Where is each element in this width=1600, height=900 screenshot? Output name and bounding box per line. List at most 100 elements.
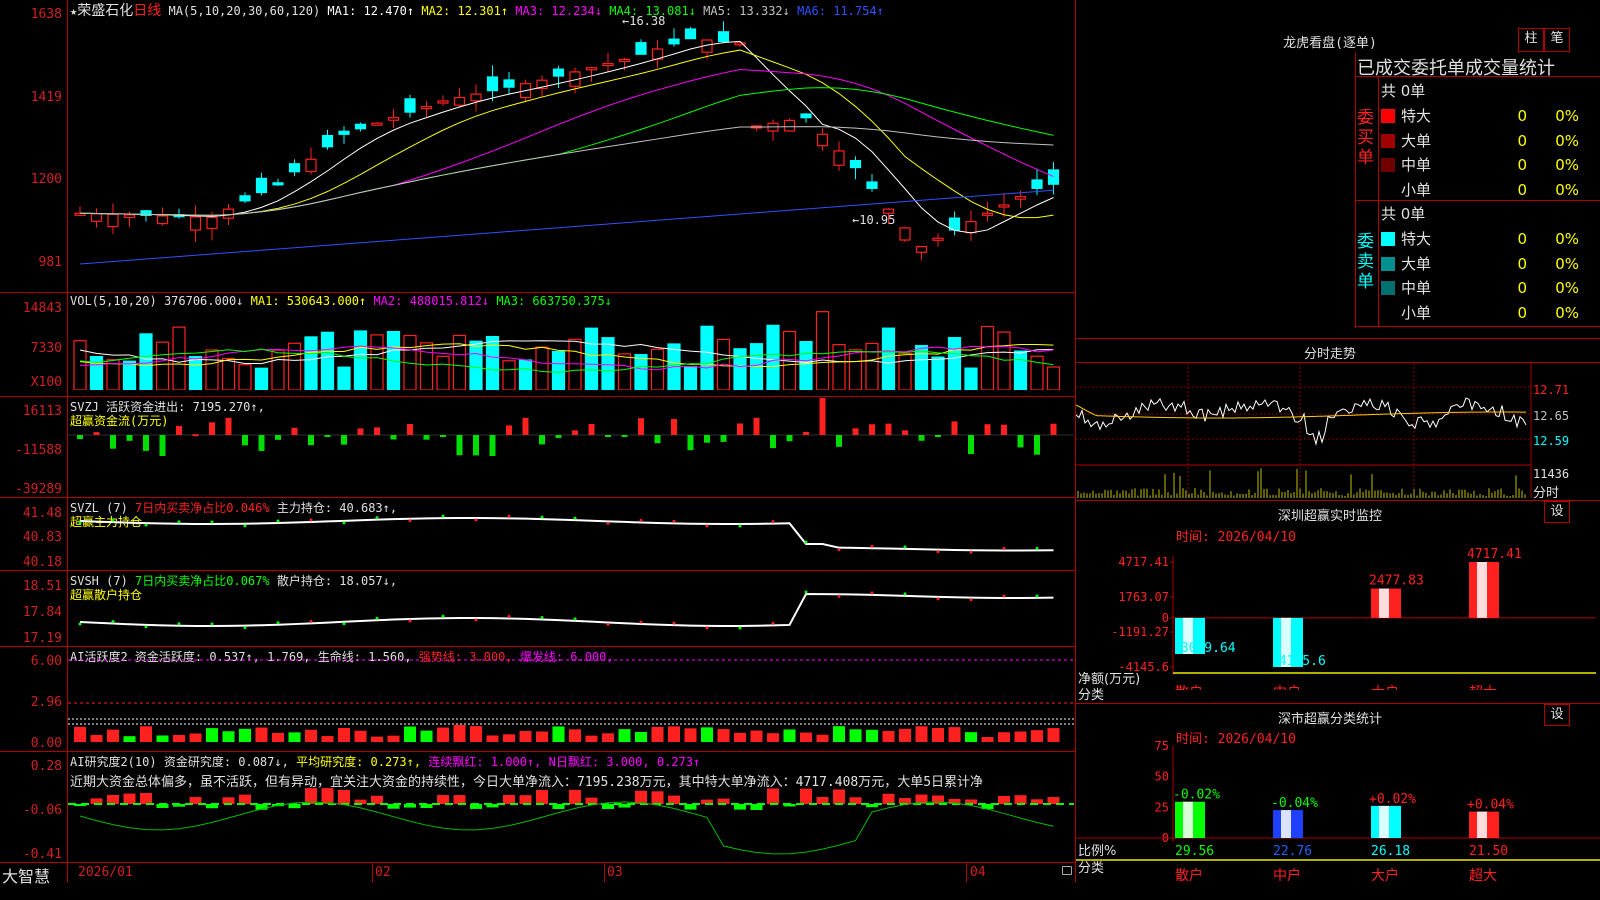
order-stat-row: 大单 0 0%: [1381, 253, 1579, 277]
candle-down: [800, 113, 812, 119]
flow-bar-out: [968, 435, 974, 455]
active-bar-green: [833, 726, 845, 742]
hold-dot: [837, 548, 841, 552]
ai-research-nday: N日飘红: 3.000, 0.273↑: [548, 755, 701, 769]
main-ytick-4: 981: [38, 255, 62, 270]
bar-highlight: [1379, 805, 1389, 838]
flow-bar-out: [720, 435, 727, 442]
flow-bar-out: [918, 435, 925, 441]
candle-down: [552, 68, 565, 77]
candle-down: [272, 182, 284, 186]
hold-dot: [144, 523, 148, 527]
volume-bar-down: [584, 327, 599, 390]
svsh-chart[interactable]: [68, 572, 1074, 645]
volume-chart[interactable]: [68, 308, 1074, 390]
sell-side-label: 委卖单: [1357, 232, 1374, 292]
bar-view-button[interactable]: 柱: [1518, 28, 1544, 52]
volume-bar-down: [188, 355, 203, 390]
hold-dot: [177, 520, 181, 524]
svzj-chart[interactable]: [68, 398, 1074, 496]
low-label: ←10.95: [852, 213, 896, 227]
bar-value-label: 29.56: [1175, 844, 1214, 859]
candle-down: [486, 76, 499, 92]
active-bar-red: [519, 730, 532, 742]
active-bar-green: [866, 729, 878, 742]
hold-dot: [540, 615, 544, 619]
ai-active-chart[interactable]: [68, 648, 1074, 750]
volume-bar-down: [254, 367, 269, 390]
active-bar-red: [585, 735, 598, 742]
hold-dot: [672, 519, 676, 523]
flow-bar-in: [984, 424, 991, 435]
tick-view-button[interactable]: 笔: [1544, 28, 1570, 52]
flow-bar-in: [638, 418, 644, 435]
active-bar-red: [602, 733, 614, 742]
hold-dot: [309, 619, 313, 623]
active-bar-red: [569, 729, 581, 742]
flow-bar-in: [291, 427, 298, 435]
sz-category-settings-button[interactable]: 设: [1544, 704, 1570, 726]
research-bar-red: [107, 794, 119, 804]
vol-header: VOL(5,10,20) 376706.000↓ MA1: 530643.000…: [70, 294, 612, 308]
order-percent: 0%: [1555, 303, 1579, 322]
active-bar-red: [536, 731, 548, 742]
svzl-chart[interactable]: [68, 499, 1074, 569]
svzj-ytick-1: 16113: [22, 404, 62, 419]
active-bar-red: [816, 734, 829, 742]
app-name[interactable]: 大智慧: [2, 863, 50, 887]
hold-dot: [243, 626, 247, 630]
svzl-ytick-2: 40.83: [22, 530, 62, 545]
hold-dot: [771, 621, 775, 625]
research-ytick-3: -0.41: [22, 847, 62, 862]
bar-value-label: -4145.6: [1271, 654, 1326, 669]
divider-svsh-ai: [0, 646, 1076, 647]
volume-bar-up: [271, 349, 285, 390]
svzl-ytick-3: 40.18: [22, 555, 62, 570]
active-bar-red: [668, 726, 680, 742]
volume-bar-down: [881, 327, 896, 390]
bar-value-label: 26.18: [1371, 844, 1410, 859]
bar-category-label: 超大: [1469, 868, 1497, 884]
sz-category-bar-chart[interactable]: 7550250-0.02%29.56散户-0.04%22.76中户+0.02%2…: [1076, 740, 1600, 900]
color-swatch: [1381, 281, 1395, 295]
candle-down: [338, 130, 350, 135]
sz-realtime-bar-chart[interactable]: 4717.41 1763.07 0-1191.27 -4145.6 -3049.64 散户…: [1076, 540, 1600, 690]
x-label-apr: 04: [970, 865, 986, 880]
order-size-name: 小单: [1401, 180, 1432, 199]
ai-ytick-3: 0.00: [30, 736, 62, 751]
flow-bar-in: [374, 427, 380, 435]
active-bar-red: [981, 736, 994, 742]
right-panel-divider-2: [1076, 500, 1600, 501]
chart-area[interactable]: ★荣盛石化日线 MA(5,10,20,30,60,120) MA1: 12.47…: [0, 0, 1076, 900]
divider-ai-research: [0, 751, 1076, 752]
research-bar-red: [1014, 795, 1027, 804]
ai-research-chart[interactable]: [68, 786, 1074, 862]
hold-dot: [639, 518, 643, 522]
order-stat-row: 中单 0 0%: [1381, 154, 1579, 178]
svsh-ytick-3: 17.19: [22, 631, 62, 646]
research-line: [79, 801, 1054, 855]
ai-research-header: AI研究度2(10) 资金研究度: 0.087↓, 平均研究度: 0.273↑,…: [70, 753, 700, 770]
candle-up: [453, 96, 466, 106]
lock-icon[interactable]: [1062, 866, 1072, 875]
flow-bar-out: [1017, 435, 1024, 448]
candle-up: [998, 204, 1010, 208]
active-bar-red: [717, 729, 730, 742]
volume-bar-up: [1046, 366, 1061, 390]
bar-highlight: [1477, 562, 1487, 618]
bar-category-label: 中户: [1273, 867, 1301, 884]
active-bar-red: [932, 727, 944, 742]
candle-up: [90, 213, 103, 222]
intraday-chart[interactable]: [1076, 363, 1600, 500]
active-bar-red: [173, 734, 185, 742]
flow-bar-out: [77, 435, 83, 440]
bar-category-label: 大户: [1371, 684, 1399, 690]
kline-chart[interactable]: [68, 14, 1074, 290]
candle-up: [899, 227, 911, 241]
research-bar-red: [519, 795, 532, 804]
dt-label-border: [1378, 76, 1379, 326]
sz-realtime-settings-button[interactable]: 设: [1544, 501, 1570, 523]
hold-dot: [78, 622, 82, 626]
volume-bar-down: [485, 335, 500, 390]
active-bar-green: [618, 729, 631, 742]
